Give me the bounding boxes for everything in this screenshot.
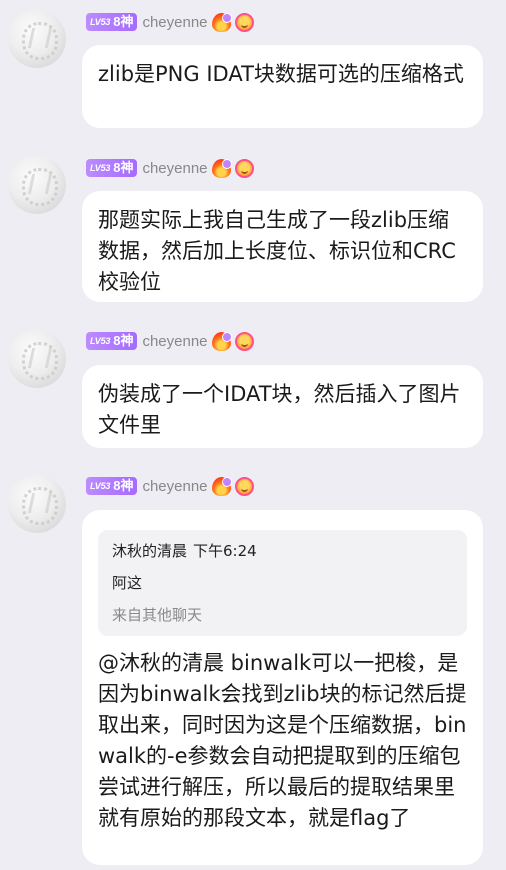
level-text: LV53 [90, 481, 111, 491]
sender-meta: LV53 8神 cheyenne [86, 475, 254, 497]
avatar[interactable] [8, 475, 66, 533]
smile-icon [234, 331, 254, 351]
avatar[interactable] [8, 156, 66, 214]
message-bubble[interactable]: 那题实际上我自己生成了一段zlib压缩数据，然后加上长度位、标识位和CRC校验位 [82, 191, 483, 302]
level-text: LV53 [90, 163, 111, 173]
level-text: LV53 [90, 17, 111, 27]
fire-icon [211, 331, 232, 351]
rank-text: 8神 [113, 160, 134, 175]
message-bubble[interactable]: 沐秋的清晨 下午6:24 阿这 来自其他聊天 @沐秋的清晨 binwalk可以一… [82, 510, 483, 865]
level-badge[interactable]: LV53 8神 [86, 159, 138, 177]
quote-time: 下午6:24 [193, 542, 257, 560]
smile-icon [234, 158, 254, 178]
sender-meta: LV53 8神 cheyenne [86, 330, 254, 352]
smile-icon [234, 476, 254, 496]
fire-icon [211, 12, 232, 32]
fire-icon [211, 476, 232, 496]
message-text: @沐秋的清晨 binwalk可以一把梭，是因为binwalk会找到zlib块的标… [98, 651, 467, 830]
quote-author: 沐秋的清晨 [112, 542, 188, 560]
quote-header: 沐秋的清晨 下午6:24 [112, 540, 453, 562]
quote-text: 阿这 [112, 574, 143, 592]
rank-text: 8神 [113, 333, 134, 348]
username[interactable]: cheyenne [142, 333, 207, 350]
rank-text: 8神 [113, 478, 134, 493]
sender-meta: LV53 8神 cheyenne [86, 157, 254, 179]
message-bubble[interactable]: 伪装成了一个IDAT块，然后插入了图片文件里 [82, 365, 483, 448]
sender-meta: LV53 8神 cheyenne [86, 11, 254, 33]
username[interactable]: cheyenne [142, 478, 207, 495]
rank-text: 8神 [113, 14, 134, 29]
message-text: 伪装成了一个IDAT块，然后插入了图片文件里 [98, 382, 461, 437]
fire-icon [211, 158, 232, 178]
message-text: zlib是PNG IDAT块数据可选的压缩格式 [98, 62, 464, 86]
message-text: 那题实际上我自己生成了一段zlib压缩数据，然后加上长度位、标识位和CRC校验位 [98, 208, 456, 294]
avatar[interactable] [8, 330, 66, 388]
username[interactable]: cheyenne [142, 14, 207, 31]
quoted-message[interactable]: 沐秋的清晨 下午6:24 阿这 来自其他聊天 [98, 530, 467, 636]
level-badge[interactable]: LV53 8神 [86, 13, 138, 31]
level-badge[interactable]: LV53 8神 [86, 477, 138, 495]
avatar[interactable] [8, 10, 66, 68]
smile-icon [234, 12, 254, 32]
level-text: LV53 [90, 336, 111, 346]
quote-source: 来自其他聊天 [112, 606, 203, 624]
message-bubble[interactable]: zlib是PNG IDAT块数据可选的压缩格式 [82, 45, 483, 128]
username[interactable]: cheyenne [142, 160, 207, 177]
level-badge[interactable]: LV53 8神 [86, 332, 138, 350]
